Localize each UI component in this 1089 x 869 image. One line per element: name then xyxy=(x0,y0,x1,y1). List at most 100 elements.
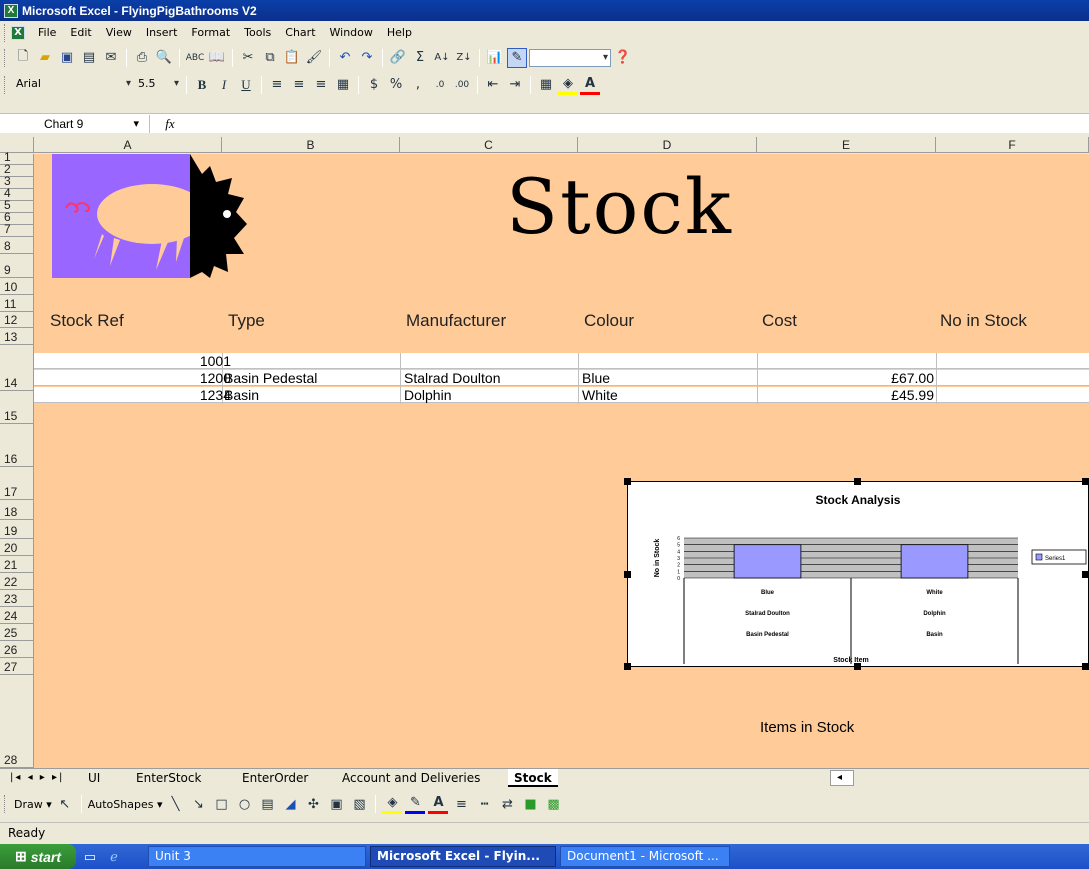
column-header-d[interactable]: D xyxy=(578,137,757,153)
resize-handle[interactable] xyxy=(1082,478,1089,485)
align-left-icon[interactable]: ≡ xyxy=(267,75,287,95)
desktop-icon[interactable]: ▭ xyxy=(80,847,100,867)
row-header[interactable]: 7 xyxy=(0,222,33,237)
copy-icon[interactable]: ⧉ xyxy=(260,48,280,68)
drawing-icon[interactable]: ✎ xyxy=(507,47,527,68)
fill-color-icon[interactable]: ◈ xyxy=(558,75,578,95)
diagram-icon[interactable]: ✣ xyxy=(303,794,323,814)
currency-icon[interactable]: $ xyxy=(364,75,384,95)
doc-icon[interactable]: X xyxy=(11,26,25,40)
formula-input[interactable] xyxy=(190,115,1089,133)
row-header[interactable]: 21 xyxy=(0,556,33,573)
font-name-dropdown[interactable]: Arial xyxy=(13,76,133,94)
cell-manufacturer[interactable]: Stalrad Doulton xyxy=(404,370,501,386)
save-icon[interactable]: ▣ xyxy=(57,48,77,68)
arrow-style-icon[interactable]: ⇄ xyxy=(497,794,517,814)
sort-descending-icon[interactable]: Z↓ xyxy=(454,48,474,68)
menu-tools[interactable]: Tools xyxy=(237,24,278,42)
hyperlink-icon[interactable]: 🔗 xyxy=(388,48,408,68)
row-header[interactable]: 10 xyxy=(0,278,33,295)
increase-decimal-icon[interactable]: .0 xyxy=(430,75,450,95)
resize-handle[interactable] xyxy=(1082,663,1089,670)
fx-icon[interactable]: fx xyxy=(150,116,190,132)
new-icon[interactable]: 🗋 xyxy=(13,48,33,68)
research-icon[interactable]: 📖 xyxy=(207,48,227,68)
font-color-icon[interactable]: A xyxy=(580,75,600,95)
row-header[interactable]: 16 xyxy=(0,424,33,467)
font-color-icon[interactable]: A xyxy=(428,794,449,814)
autoshapes-menu[interactable]: AutoShapes ▾ xyxy=(88,798,163,811)
taskbar-item-excel[interactable]: Microsoft Excel - Flyin... xyxy=(370,846,556,867)
tab-ui[interactable]: UI xyxy=(82,769,106,787)
header-no-in-stock[interactable]: No in Stock xyxy=(940,311,1027,331)
row-header[interactable]: 20 xyxy=(0,539,33,556)
wordart-icon[interactable]: ◢ xyxy=(280,794,300,814)
oval-icon[interactable]: ○ xyxy=(234,794,254,814)
italic-icon[interactable]: I xyxy=(214,75,234,95)
taskbar-item-word[interactable]: Document1 - Microsoft ... xyxy=(560,846,730,867)
cell-colour[interactable]: White xyxy=(582,387,618,403)
chart-wizard-icon[interactable]: 📊 xyxy=(485,48,505,68)
undo-icon[interactable]: ↶ xyxy=(335,48,355,68)
items-in-stock-label[interactable]: Items in Stock xyxy=(760,719,854,736)
redo-icon[interactable]: ↷ xyxy=(357,48,377,68)
row-header[interactable]: 22 xyxy=(0,573,33,590)
row-header[interactable]: 24 xyxy=(0,607,33,624)
rectangle-icon[interactable]: □ xyxy=(211,794,231,814)
row-header[interactable]: 13 xyxy=(0,328,33,345)
open-icon[interactable]: ▰ xyxy=(35,48,55,68)
start-button[interactable]: ⊞ start xyxy=(0,844,76,869)
decrease-decimal-icon[interactable]: .00 xyxy=(452,75,472,95)
row-header[interactable]: 17 xyxy=(0,467,33,500)
menu-help[interactable]: Help xyxy=(380,24,419,42)
tab-account-deliveries[interactable]: Account and Deliveries xyxy=(336,769,486,787)
header-colour[interactable]: Colour xyxy=(584,311,634,331)
clip-art-icon[interactable]: ▣ xyxy=(326,794,346,814)
menu-file[interactable]: File xyxy=(31,24,63,42)
row-header[interactable]: 19 xyxy=(0,520,33,539)
tab-scroll-buttons[interactable]: |◂ ◂ ▸ ▸| xyxy=(4,769,70,787)
row-header[interactable]: 27 xyxy=(0,658,33,675)
underline-icon[interactable]: U xyxy=(236,75,256,95)
menu-format[interactable]: Format xyxy=(184,24,237,42)
sort-ascending-icon[interactable]: A↓ xyxy=(432,48,452,68)
format-painter-icon[interactable]: 🖌 xyxy=(304,48,324,68)
menu-view[interactable]: View xyxy=(99,24,139,42)
row-header[interactable]: 11 xyxy=(0,295,33,312)
tab-stock[interactable]: Stock xyxy=(508,769,558,787)
resize-handle[interactable] xyxy=(854,663,861,670)
row-header[interactable]: 26 xyxy=(0,641,33,658)
decrease-indent-icon[interactable]: ⇤ xyxy=(483,75,503,95)
print-icon[interactable]: ⎙ xyxy=(132,48,152,68)
header-manufacturer[interactable]: Manufacturer xyxy=(406,311,506,331)
taskbar-item-unit3[interactable]: Unit 3 xyxy=(148,846,366,867)
row-header[interactable]: 14 xyxy=(0,345,33,391)
align-center-icon[interactable]: ≡ xyxy=(289,75,309,95)
cell-manufacturer[interactable]: Dolphin xyxy=(404,387,451,403)
row-header[interactable]: 9 xyxy=(0,254,33,278)
increase-indent-icon[interactable]: ⇥ xyxy=(505,75,525,95)
borders-icon[interactable]: ▦ xyxy=(536,75,556,95)
cell-cost[interactable]: £67.00 xyxy=(891,370,934,386)
header-cost[interactable]: Cost xyxy=(762,311,797,331)
menu-window[interactable]: Window xyxy=(323,24,380,42)
dash-style-icon[interactable]: ┅ xyxy=(474,794,494,814)
merge-center-icon[interactable]: ▦ xyxy=(333,75,353,95)
cell-cost[interactable]: £45.99 xyxy=(891,387,934,403)
email-icon[interactable]: ✉ xyxy=(101,48,121,68)
cell-colour[interactable]: Blue xyxy=(582,370,610,386)
bold-icon[interactable]: B xyxy=(192,75,212,95)
autosum-icon[interactable]: Σ xyxy=(410,48,430,68)
row-header[interactable]: 8 xyxy=(0,237,33,254)
line-icon[interactable]: ╲ xyxy=(165,794,185,814)
tab-enterstock[interactable]: EnterStock xyxy=(130,769,207,787)
menu-insert[interactable]: Insert xyxy=(139,24,185,42)
paste-icon[interactable]: 📋 xyxy=(282,48,302,68)
comma-icon[interactable]: , xyxy=(408,75,428,95)
permission-icon[interactable]: ▤ xyxy=(79,48,99,68)
select-objects-icon[interactable]: ↖ xyxy=(55,794,75,814)
row-header[interactable]: 28 xyxy=(0,675,33,768)
column-header-a[interactable]: A xyxy=(34,137,222,153)
text-box-icon[interactable]: ▤ xyxy=(257,794,277,814)
chart-object[interactable]: Stock Analysis 0 1 2 3 4 5 6 No in Stock Blue Stal… xyxy=(627,481,1089,667)
